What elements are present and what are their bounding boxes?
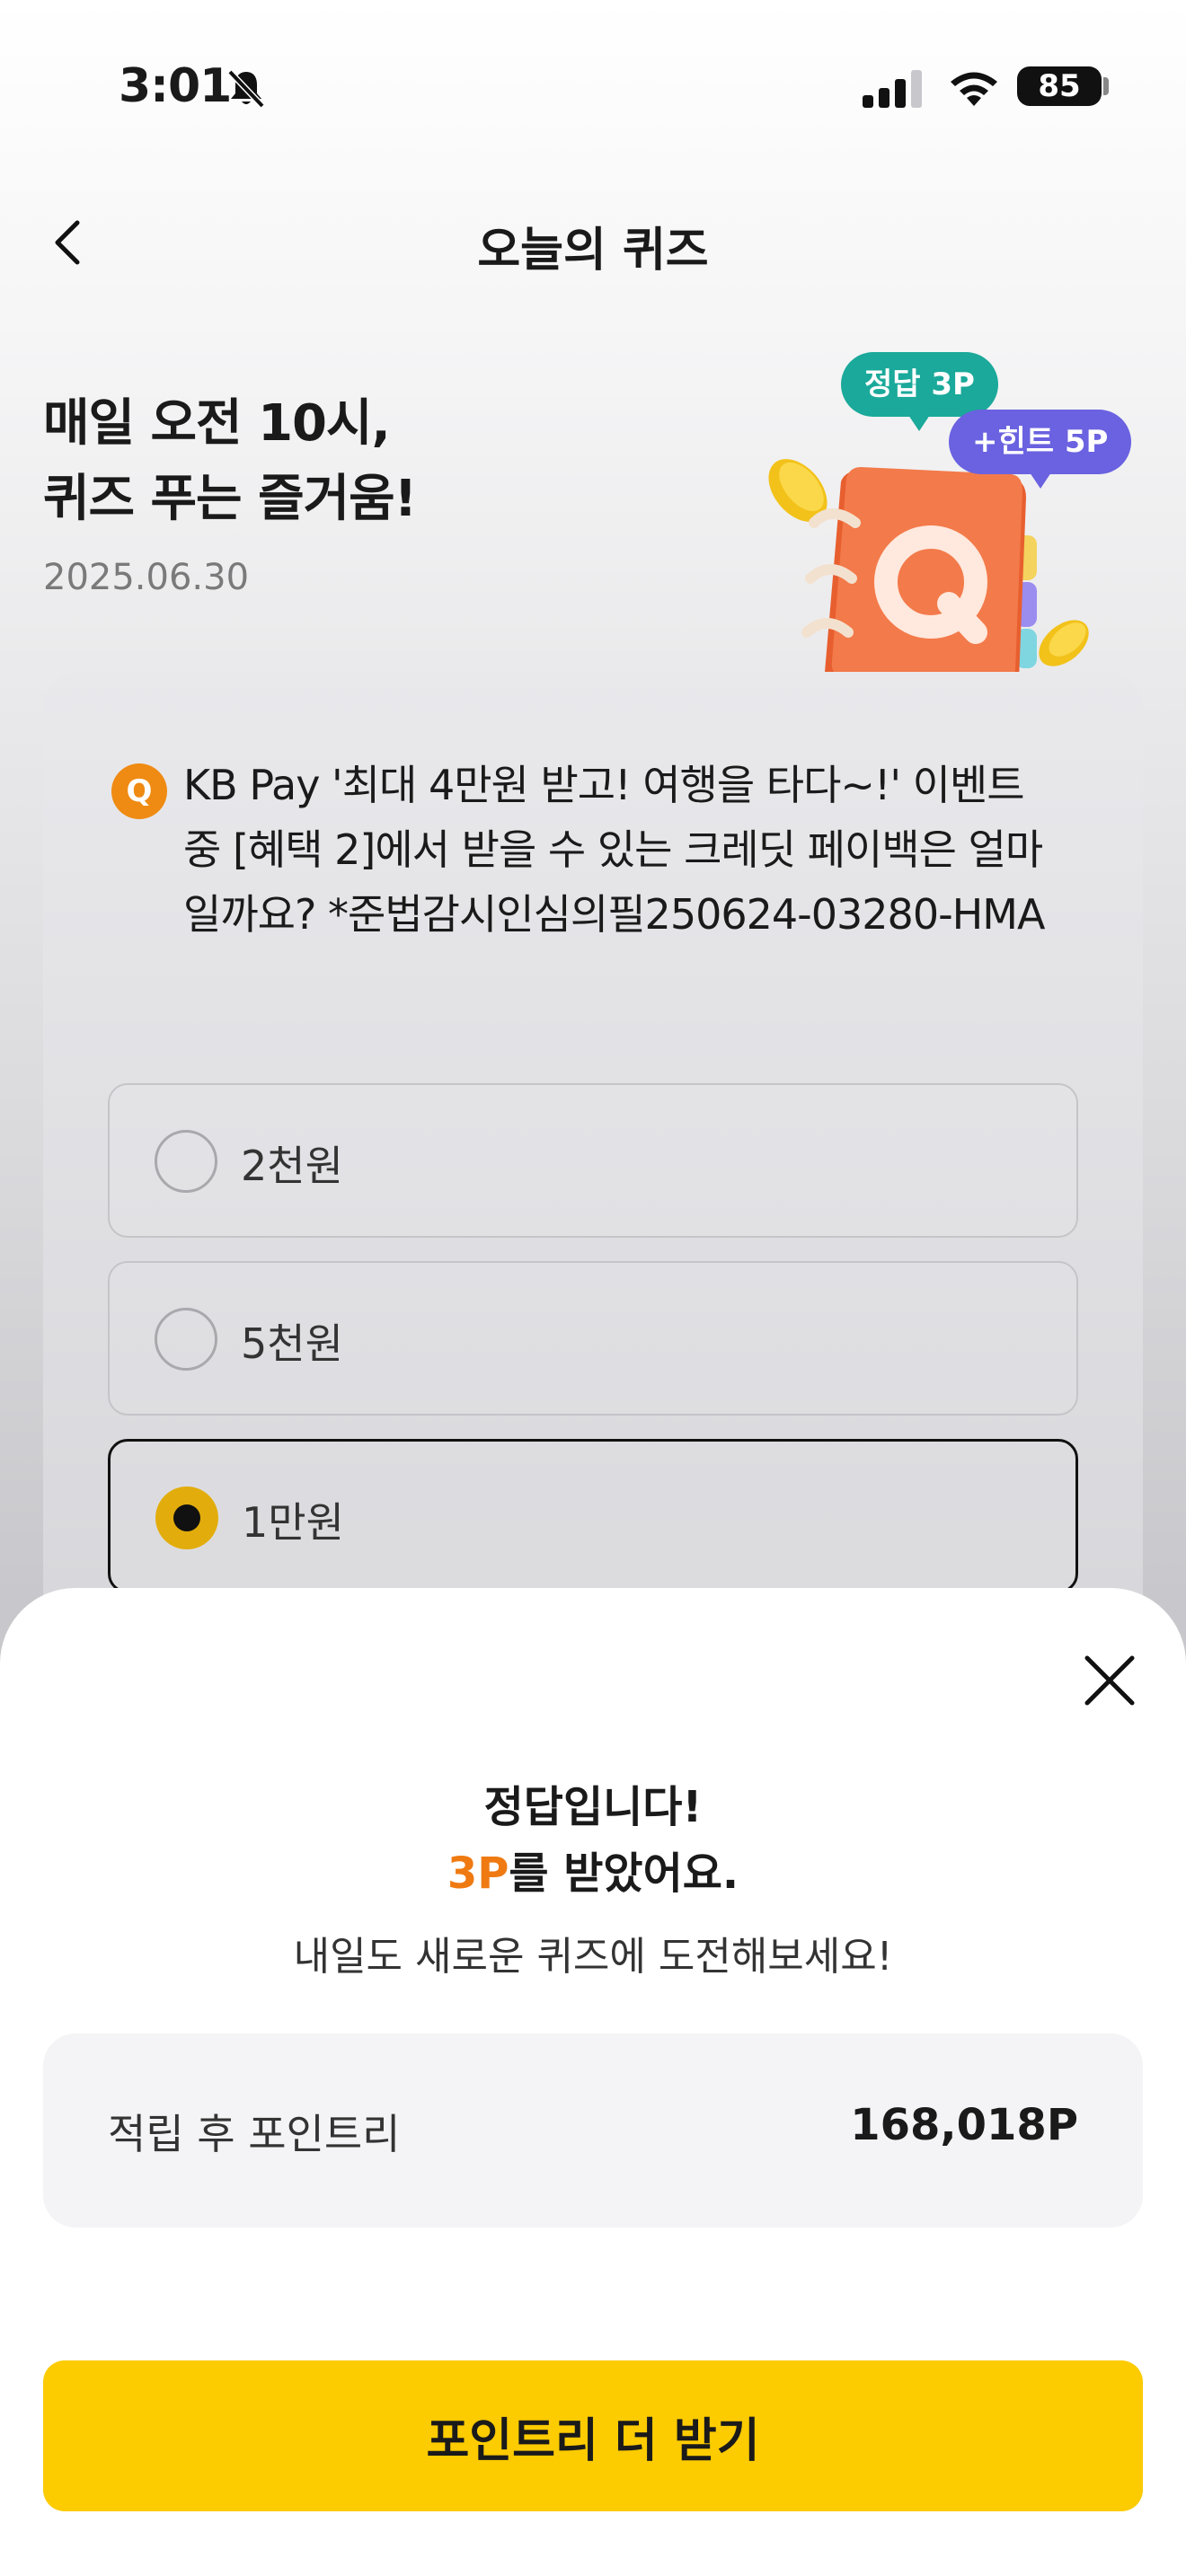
radio-button[interactable] [155,1308,217,1371]
close-icon[interactable] [1082,1653,1137,1708]
battery-tip [1103,77,1109,95]
answer-points-tag: 정답 3P [841,352,998,431]
answer-option-label: 1만원 [242,1498,344,1547]
result-points-message: 3P를 받았어요. [0,1838,1186,1901]
answer-option-label: 5천원 [241,1319,343,1368]
awarded-points: 3P [447,1848,509,1899]
awarded-points-suffix: 를 받았어요. [509,1848,739,1899]
get-more-points-button[interactable]: 포인트리 더 받기 [43,2360,1143,2511]
points-label: 적립 후 포인트리 [108,2110,401,2158]
result-title: 정답입니다! [483,1782,703,1832]
points-summary-box: 적립 후 포인트리 168,018P [43,2033,1143,2228]
status-bar: 3:01 85 [0,0,1186,171]
status-time: 3:01 [119,59,232,113]
answer-option-2[interactable]: 5천원 [108,1261,1078,1416]
battery-indicator: 85 [1017,66,1102,106]
signal-icon [863,70,922,108]
wifi-icon [951,72,997,106]
question-badge-icon: Q [111,763,167,819]
points-value: 168,018P [850,2100,1078,2150]
hero-title: 매일 오전 10시, 퀴즈 푸는 즐거움! [43,386,417,537]
page-title: 오늘의 퀴즈 [477,224,709,278]
radio-button[interactable] [155,1130,217,1193]
hero-title-line1: 매일 오전 10시, [43,394,391,453]
radio-button-selected[interactable] [155,1486,218,1549]
question-text: KB Pay '최대 4만원 받고! 여행을 타다~!' 이벤트 중 [혜택 2… [183,761,1045,939]
answer-option-label: 2천원 [241,1142,343,1190]
hint-points-tag: +힌트 5P [949,410,1132,489]
quiz-date: 2025.06.30 [43,557,250,598]
result-subtitle: 내일도 새로운 퀴즈에 도전해보세요! [293,1934,893,1980]
bell-muted-icon [227,69,265,109]
answer-option-1[interactable]: 2천원 [108,1083,1078,1238]
hero-title-line2: 퀴즈 푸는 즐거움! [43,470,417,528]
answer-option-3[interactable]: 1만원 [108,1439,1078,1593]
